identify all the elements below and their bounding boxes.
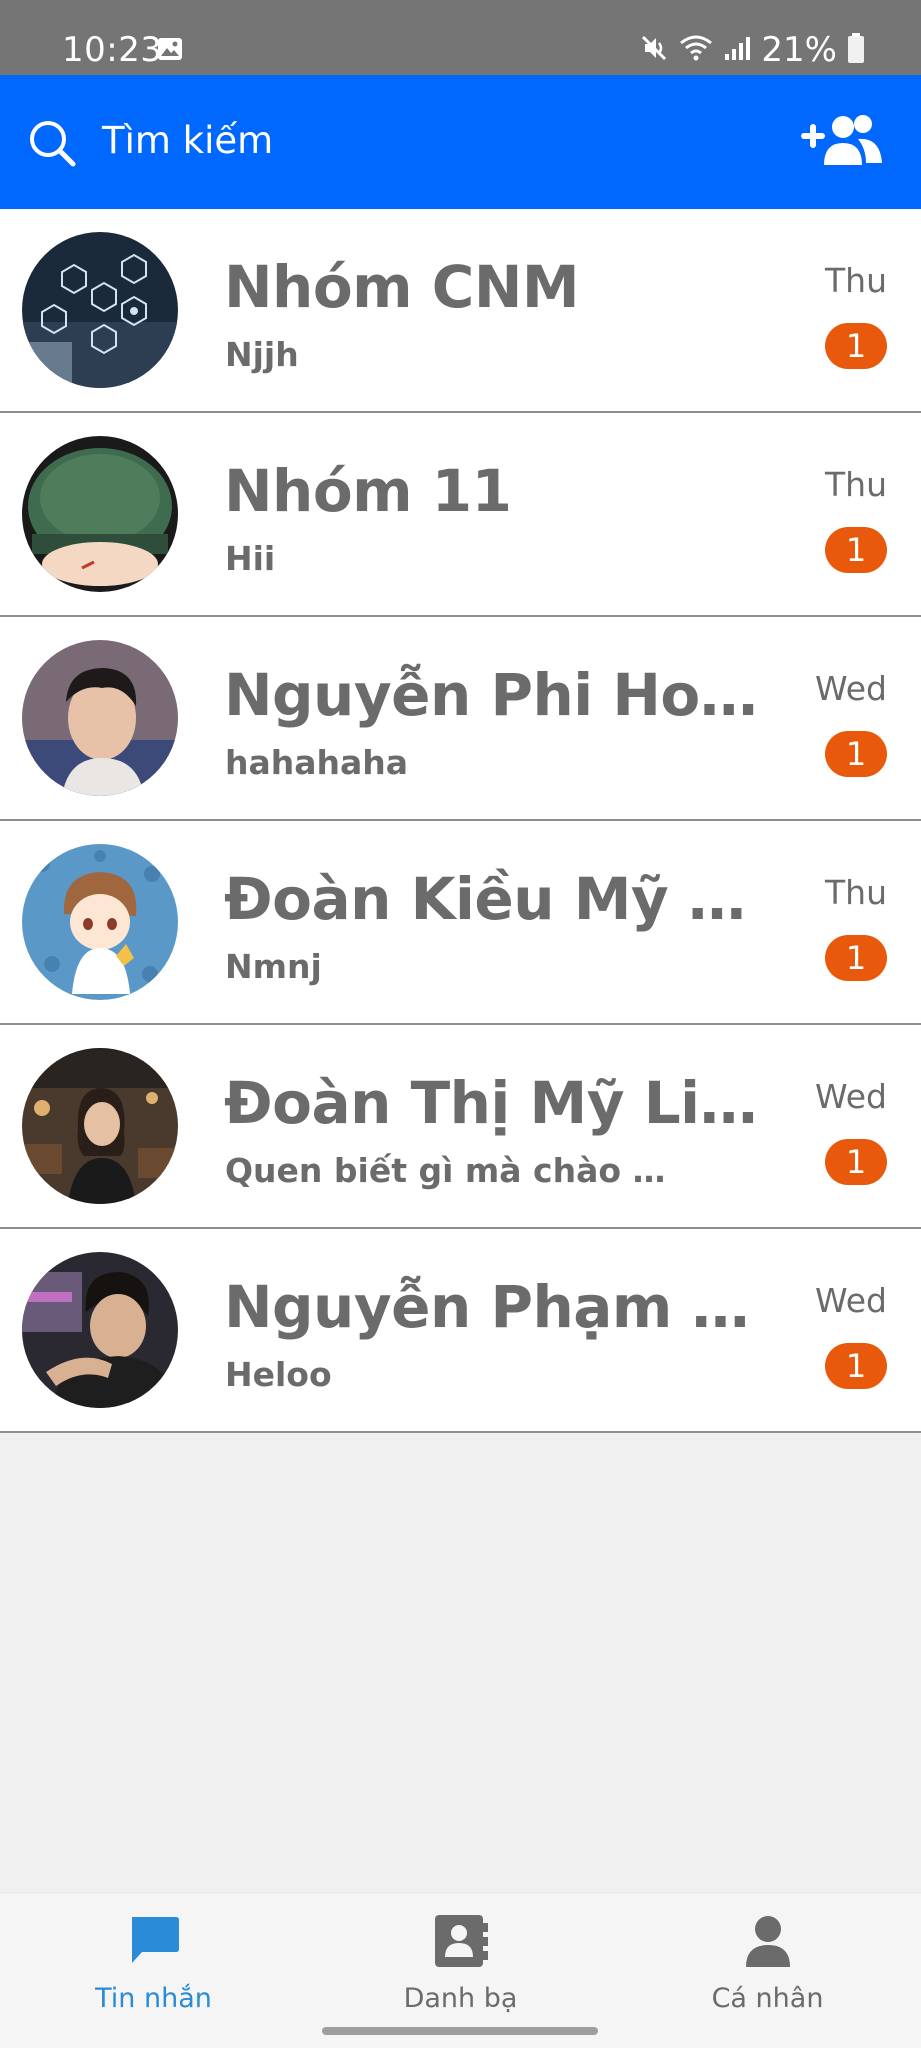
conversation-item[interactable]: Đoàn Thị Mỹ Linh Quen biết gì mà chào ko… (0, 1025, 921, 1229)
search-icon[interactable] (28, 119, 76, 172)
add-friend-icon[interactable] (800, 113, 884, 174)
avatar (22, 1048, 178, 1204)
avatar (22, 232, 178, 388)
contacts-book-icon (433, 1915, 489, 1972)
avatar (22, 436, 178, 592)
conversation-name: Đoàn Kiều Mỹ Ng... (224, 865, 764, 933)
conversation-name: Nguyễn Phạm Ho... (224, 1273, 764, 1341)
conversation-item[interactable]: Nhóm 11 Hii Thu 1 (0, 413, 921, 617)
gallery-icon (157, 37, 183, 66)
unread-badge: 1 (825, 731, 887, 777)
conversation-day: Wed (815, 1077, 887, 1116)
tab-label: Tin nhắn (95, 1983, 212, 2014)
battery-icon (847, 32, 865, 69)
mute-icon (639, 33, 669, 68)
conversation-preview: hahahaha (225, 743, 409, 782)
status-icons: 21% (639, 28, 865, 72)
tab-contacts[interactable]: Danh bạ (307, 1893, 614, 2033)
signal-icon (723, 34, 751, 67)
conversation-name: Nhóm CNM (224, 253, 580, 321)
conversation-name: Nguyễn Phi Hoàng (224, 661, 764, 729)
chat-bubble-icon (128, 1915, 180, 1970)
conversation-preview: Nmnj (225, 947, 322, 986)
conversation-day: Wed (815, 669, 887, 708)
app-header: Tìm kiếm (0, 75, 921, 209)
tab-messages[interactable]: Tin nhắn (0, 1893, 307, 2033)
person-icon (744, 1915, 792, 1972)
conversation-day: Thu (825, 465, 887, 504)
conversation-preview: Heloo (225, 1355, 332, 1394)
tab-profile[interactable]: Cá nhân (614, 1893, 921, 2033)
avatar (22, 1252, 178, 1408)
conversation-preview: Njjh (225, 335, 299, 374)
status-bar: 10:23 21% (0, 0, 921, 75)
unread-badge: 1 (825, 527, 887, 573)
conversation-day: Thu (825, 261, 887, 300)
search-input[interactable]: Tìm kiếm (102, 119, 273, 162)
unread-badge: 1 (825, 1139, 887, 1185)
avatar (22, 640, 178, 796)
home-indicator[interactable] (322, 2027, 598, 2035)
battery-percentage: 21% (761, 30, 837, 70)
conversation-list: Nhóm CNM Njjh Thu 1 Nhóm 11 Hii Thu 1 Ng… (0, 209, 921, 1433)
conversation-preview: Hii (225, 539, 276, 578)
tab-label: Cá nhân (711, 1983, 824, 2014)
conversation-day: Thu (825, 873, 887, 912)
avatar (22, 844, 178, 1000)
conversation-item[interactable]: Nguyễn Phạm Ho... Heloo Wed 1 (0, 1229, 921, 1433)
conversation-item[interactable]: Nguyễn Phi Hoàng hahahaha Wed 1 (0, 617, 921, 821)
conversation-day: Wed (815, 1281, 887, 1320)
bottom-nav: Tin nhắn Danh bạ Cá nhân (0, 1892, 921, 2048)
conversation-name: Nhóm 11 (224, 457, 512, 525)
tab-label: Danh bạ (403, 1983, 518, 2014)
conversation-item[interactable]: Nhóm CNM Njjh Thu 1 (0, 209, 921, 413)
wifi-icon (679, 34, 713, 67)
conversation-preview: Quen biết gì mà chào ko ... (225, 1151, 685, 1190)
status-time: 10:23 (62, 30, 163, 70)
unread-badge: 1 (825, 935, 887, 981)
conversation-item[interactable]: Đoàn Kiều Mỹ Ng... Nmnj Thu 1 (0, 821, 921, 1025)
unread-badge: 1 (825, 1343, 887, 1389)
unread-badge: 1 (825, 323, 887, 369)
conversation-name: Đoàn Thị Mỹ Linh (224, 1069, 764, 1137)
